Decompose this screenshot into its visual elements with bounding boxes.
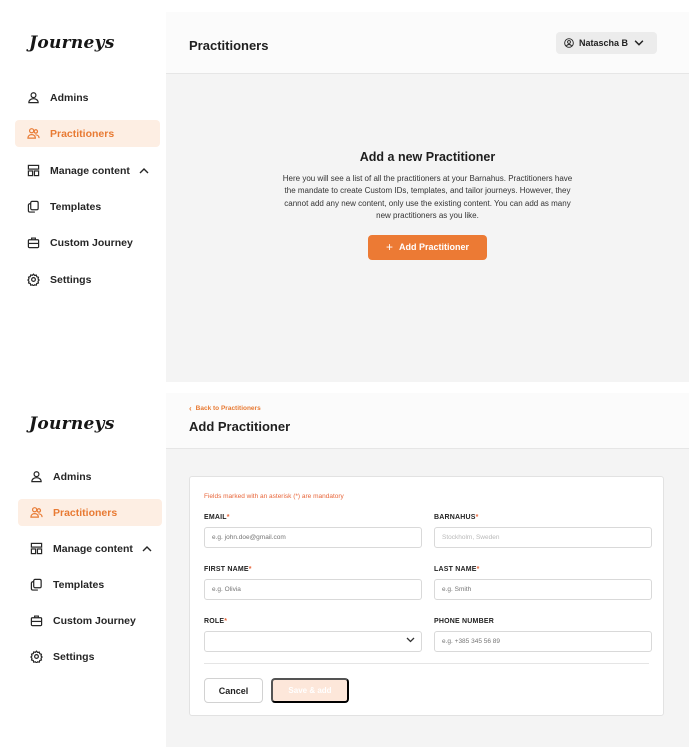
last-name-label: LAST NAME* <box>434 566 480 573</box>
empty-state-text: Here you will see a list of all the prac… <box>282 174 573 221</box>
briefcase-icon <box>30 614 43 627</box>
chevron-left-icon: ‹ <box>189 404 192 413</box>
content-icon <box>27 164 40 177</box>
sidebar: Journeys Admins Practitioners Manage con… <box>14 12 166 382</box>
barnahus-label: BARNAHUS* <box>434 514 479 521</box>
users-icon <box>30 506 43 519</box>
users-icon <box>27 127 40 140</box>
page-title: Practitioners <box>189 38 269 53</box>
sidebar-item-manage-content[interactable]: Manage content <box>18 535 162 562</box>
first-name-label: FIRST NAME* <box>204 566 252 573</box>
user-icon <box>27 91 40 104</box>
sidebar-item-custom-journey[interactable]: Custom Journey <box>18 607 162 634</box>
sidebar-item-label: Custom Journey <box>50 236 133 249</box>
main-content: ‹ Back to Practitioners Add Practitioner… <box>166 393 689 747</box>
role-field-group: ROLE* <box>204 618 422 652</box>
sidebar-item-label: Practitioners <box>50 127 115 140</box>
empty-state-title: Add a new Practitioner <box>359 150 496 164</box>
sidebar-item-label: Templates <box>53 578 105 591</box>
email-field-group: EMAIL* <box>204 514 422 548</box>
sidebar-item-label: Custom Journey <box>53 614 136 627</box>
sidebar-item-settings[interactable]: Settings <box>18 643 162 670</box>
page-title: Add Practitioner <box>189 419 291 434</box>
phone-input[interactable] <box>434 631 652 652</box>
add-practitioner-form: Fields marked with an asterisk (*) are m… <box>189 476 664 716</box>
sidebar-item-label: Practitioners <box>53 506 118 519</box>
first-name-field-group: FIRST NAME* <box>204 566 422 600</box>
add-practitioner-button[interactable]: + Add Practitioner <box>368 234 487 260</box>
briefcase-icon <box>27 236 40 249</box>
sidebar-item-practitioners[interactable]: Practitioners <box>15 120 160 147</box>
role-select[interactable] <box>204 631 422 652</box>
barnahus-input[interactable]: Stockholm, Sweden <box>434 527 652 548</box>
sidebar-item-label: Settings <box>50 273 92 286</box>
back-to-practitioners-link[interactable]: ‹ Back to Practitioners <box>189 404 261 413</box>
email-input[interactable] <box>204 527 422 548</box>
add-practitioner-screen: Journeys Admins Practitioners Manage con… <box>14 393 689 747</box>
empty-state: Add a new Practitioner Here you will see… <box>166 150 689 260</box>
last-name-input[interactable] <box>434 579 652 600</box>
copy-icon <box>30 578 43 591</box>
chevron-up-icon <box>139 167 149 174</box>
sidebar-item-label: Manage content <box>53 542 133 555</box>
user-icon <box>30 470 43 483</box>
sidebar-item-settings[interactable]: Settings <box>15 266 160 293</box>
email-label: EMAIL* <box>204 514 230 521</box>
sidebar-item-label: Templates <box>50 200 102 213</box>
phone-label: PHONE NUMBER <box>434 618 494 625</box>
chevron-up-icon <box>142 545 152 552</box>
chevron-down-icon <box>634 38 649 48</box>
account-icon <box>564 38 574 48</box>
barnahus-field-group: BARNAHUS* Stockholm, Sweden <box>434 514 652 548</box>
page-header: ‹ Back to Practitioners Add Practitioner <box>166 393 689 449</box>
mandatory-note: Fields marked with an asterisk (*) are m… <box>204 493 344 500</box>
app-logo: Journeys <box>29 414 115 434</box>
copy-icon <box>27 200 40 213</box>
app-logo: Journeys <box>29 33 115 53</box>
save-and-add-button[interactable]: Save & add <box>271 678 349 703</box>
sidebar-item-practitioners[interactable]: Practitioners <box>18 499 162 526</box>
chevron-down-icon <box>406 637 415 643</box>
last-name-field-group: LAST NAME* <box>434 566 652 600</box>
page-header: Practitioners Natascha B <box>166 12 689 74</box>
sidebar-item-manage-content[interactable]: Manage content <box>15 157 160 184</box>
user-name: Natascha B <box>578 38 628 48</box>
sidebar-item-admins[interactable]: Admins <box>18 463 162 490</box>
first-name-input[interactable] <box>204 579 422 600</box>
sidebar-item-templates[interactable]: Templates <box>18 571 162 598</box>
main-content: Practitioners Natascha B Add a new Pract… <box>166 12 689 382</box>
user-menu-button[interactable]: Natascha B <box>555 32 657 54</box>
role-label: ROLE* <box>204 618 228 625</box>
sidebar-item-label: Settings <box>53 650 95 663</box>
cancel-button[interactable]: Cancel <box>204 678 263 703</box>
sidebar-item-label: Admins <box>53 470 92 483</box>
content-icon <box>30 542 43 555</box>
add-practitioner-label: Add Practitioner <box>399 242 470 253</box>
sidebar-item-custom-journey[interactable]: Custom Journey <box>15 229 160 256</box>
gear-icon <box>30 650 43 663</box>
sidebar-item-label: Admins <box>50 91 89 104</box>
sidebar-item-admins[interactable]: Admins <box>15 84 160 111</box>
gear-icon <box>27 273 40 286</box>
back-link-label: Back to Practitioners <box>195 405 261 412</box>
phone-field-group: PHONE NUMBER <box>434 618 652 652</box>
practitioners-list-screen: Journeys Admins Practitioners Manage con… <box>14 12 689 382</box>
sidebar-item-label: Manage content <box>50 164 130 177</box>
form-divider <box>204 663 649 664</box>
plus-icon: + <box>385 240 393 255</box>
sidebar: Journeys Admins Practitioners Manage con… <box>14 393 166 747</box>
sidebar-item-templates[interactable]: Templates <box>15 193 160 220</box>
